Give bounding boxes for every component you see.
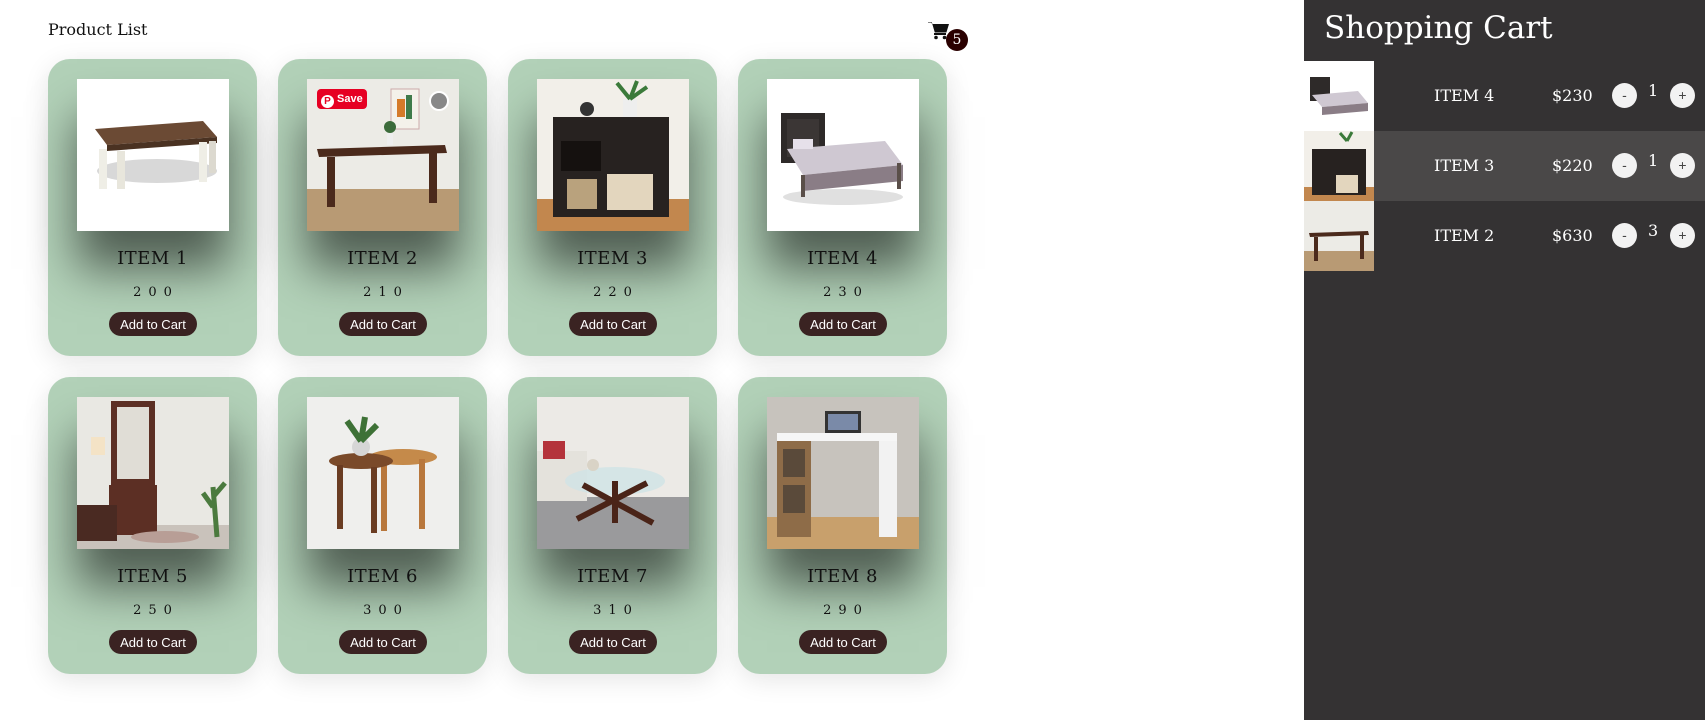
product-price: 290	[823, 603, 869, 618]
product-image-table	[77, 79, 229, 231]
product-card: ITEM 3 220 Add to Cart	[508, 59, 717, 356]
add-to-cart-button[interactable]: Add to Cart	[109, 630, 197, 654]
product-list-section: Product List 5 ITEM 1 200 Add to Cart PS…	[0, 0, 1290, 720]
add-to-cart-button[interactable]: Add to Cart	[109, 312, 197, 336]
cart-row: ITEM 2 $630 - 3 +	[1304, 201, 1705, 271]
cart-item-quantity: 1	[1648, 81, 1659, 100]
cart-count-badge: 5	[946, 29, 968, 51]
product-image-bed	[767, 79, 919, 231]
increase-quantity-button[interactable]: +	[1670, 223, 1695, 248]
product-image-desk: P Save	[307, 79, 459, 231]
page-title: Product List	[48, 20, 148, 39]
product-name: ITEM 4	[807, 248, 878, 269]
product-name: ITEM 1	[117, 248, 188, 269]
add-to-cart-button[interactable]: Add to Cart	[339, 630, 427, 654]
visual-search-icon[interactable]	[429, 91, 449, 111]
increase-quantity-button[interactable]: +	[1670, 153, 1695, 178]
product-price: 310	[593, 603, 639, 618]
product-price: 300	[363, 603, 409, 618]
pinterest-save-button[interactable]: P Save	[317, 89, 367, 109]
product-image-coffee-table	[537, 397, 689, 549]
product-price: 250	[133, 603, 179, 618]
product-price: 200	[133, 285, 179, 300]
product-price: 230	[823, 285, 869, 300]
product-card: ITEM 7 310 Add to Cart	[508, 377, 717, 674]
cart-item-price: $630	[1552, 226, 1593, 245]
product-card: ITEM 5 250 Add to Cart	[48, 377, 257, 674]
product-name: ITEM 7	[577, 566, 648, 587]
product-name: ITEM 2	[347, 248, 418, 269]
cart-item-name: ITEM 3	[1434, 156, 1495, 175]
cart-row: ITEM 4 $230 - 1 +	[1304, 61, 1705, 131]
cart-item-price: $230	[1552, 86, 1593, 105]
cart-item-name: ITEM 2	[1434, 226, 1495, 245]
product-card: P Save ITEM 2 210 Add to Cart	[278, 59, 487, 356]
pinterest-icon: P	[321, 95, 334, 108]
cart-item-quantity: 1	[1648, 151, 1659, 170]
add-to-cart-button[interactable]: Add to Cart	[569, 312, 657, 336]
cart-item-price: $220	[1552, 156, 1593, 175]
product-image-study-desk	[767, 397, 919, 549]
product-card: ITEM 8 290 Add to Cart	[738, 377, 947, 674]
product-card: ITEM 6 300 Add to Cart	[278, 377, 487, 674]
product-image-nesting-tables	[307, 397, 459, 549]
product-card: ITEM 4 230 Add to Cart	[738, 59, 947, 356]
product-name: ITEM 5	[117, 566, 188, 587]
cart-title: Shopping Cart	[1324, 10, 1553, 46]
shopping-cart-panel: Shopping Cart ITEM 4 $230 - 1 + ITEM 3 $…	[1304, 0, 1705, 720]
add-to-cart-button[interactable]: Add to Cart	[799, 630, 887, 654]
product-name: ITEM 6	[347, 566, 418, 587]
cart-item-name: ITEM 4	[1434, 86, 1495, 105]
decrease-quantity-button[interactable]: -	[1612, 153, 1637, 178]
product-image-side-table	[537, 79, 689, 231]
decrease-quantity-button[interactable]: -	[1612, 223, 1637, 248]
cart-item-quantity: 3	[1648, 221, 1659, 240]
add-to-cart-button[interactable]: Add to Cart	[339, 312, 427, 336]
cart-item-image	[1304, 131, 1374, 201]
cart-item-image	[1304, 61, 1374, 131]
decrease-quantity-button[interactable]: -	[1612, 83, 1637, 108]
increase-quantity-button[interactable]: +	[1670, 83, 1695, 108]
add-to-cart-button[interactable]: Add to Cart	[799, 312, 887, 336]
cart-item-image	[1304, 201, 1374, 271]
product-name: ITEM 3	[577, 248, 648, 269]
product-image-dresser	[77, 397, 229, 549]
product-card: ITEM 1 200 Add to Cart	[48, 59, 257, 356]
add-to-cart-button[interactable]: Add to Cart	[569, 630, 657, 654]
product-price: 220	[593, 285, 639, 300]
product-name: ITEM 8	[807, 566, 878, 587]
cart-row: ITEM 3 $220 - 1 +	[1304, 131, 1705, 201]
product-price: 210	[363, 285, 409, 300]
